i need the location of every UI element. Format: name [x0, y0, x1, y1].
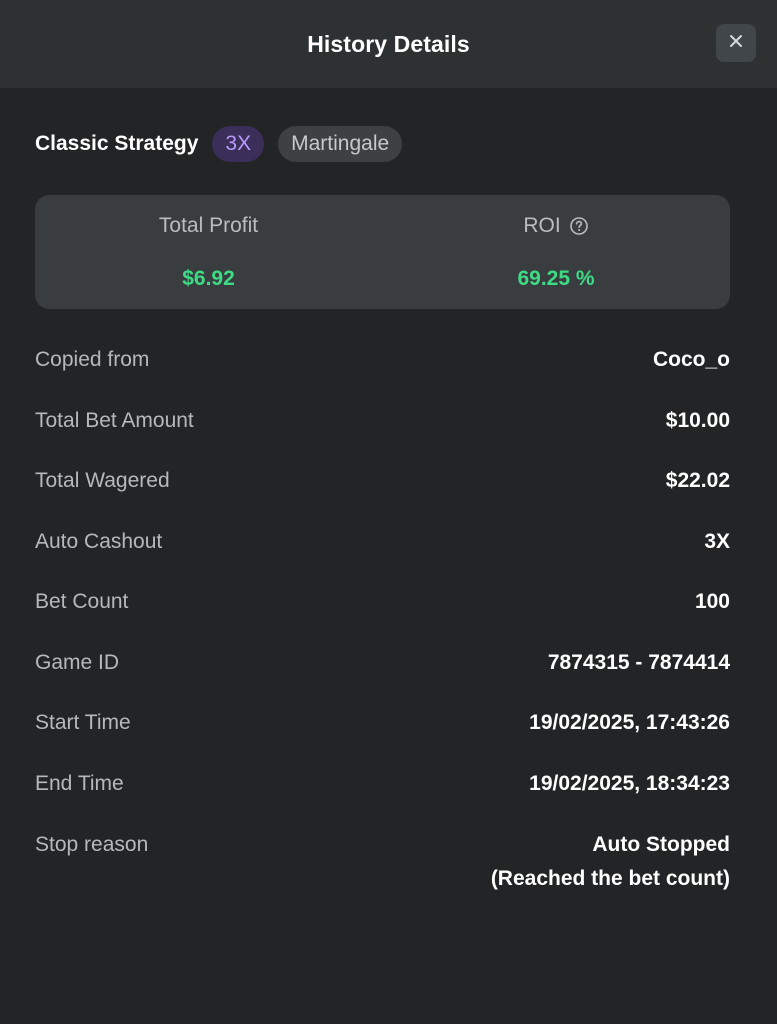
- detail-value: 100: [694, 590, 730, 613]
- detail-row-game-id: Game ID 7874315 - 7874414: [35, 651, 730, 679]
- total-profit-label: Total Profit: [158, 214, 259, 237]
- detail-subvalue: (Reached the bet count): [490, 867, 730, 890]
- detail-label: End Time: [35, 772, 124, 795]
- detail-value: 3X: [704, 530, 730, 553]
- detail-row-total-wagered: Total Wagered $22.02: [35, 469, 730, 497]
- roi-label-row: ROI: [382, 214, 730, 238]
- detail-row-bet-count: Bet Count 100: [35, 590, 730, 618]
- question-circle-icon[interactable]: [569, 216, 589, 236]
- detail-label: Total Wagered: [35, 469, 170, 492]
- total-profit-value: $6.92: [182, 267, 235, 290]
- roi-label: ROI: [523, 214, 561, 237]
- multiplier-badge: 3X: [212, 126, 265, 162]
- detail-value: $22.02: [665, 469, 730, 492]
- strategy-name: Classic Strategy: [35, 132, 199, 155]
- detail-value: $10.00: [665, 409, 730, 432]
- detail-row-auto-cashout: Auto Cashout 3X: [35, 530, 730, 558]
- detail-label: Start Time: [35, 711, 131, 734]
- detail-row-copied-from: Copied from Coco_o: [35, 348, 730, 376]
- total-profit-stat: Total Profit $6.92: [35, 195, 382, 309]
- detail-label: Total Bet Amount: [35, 409, 194, 432]
- detail-value: Coco_o: [652, 348, 730, 371]
- detail-label: Copied from: [35, 348, 150, 371]
- mode-badge: Martingale: [278, 126, 403, 162]
- detail-row-end-time: End Time 19/02/2025, 18:34:23: [35, 772, 730, 800]
- detail-label: Stop reason: [35, 833, 149, 856]
- detail-row-stop-reason: Stop reason Auto Stopped (Reached the be…: [35, 833, 730, 895]
- modal-header: History Details: [0, 0, 777, 88]
- close-icon: [729, 34, 743, 53]
- detail-value: Auto Stopped: [592, 833, 730, 856]
- close-button[interactable]: [716, 24, 756, 62]
- detail-row-start-time: Start Time 19/02/2025, 17:43:26: [35, 711, 730, 739]
- stats-card: Total Profit $6.92 ROI 69.25 %: [35, 195, 730, 309]
- detail-label: Bet Count: [35, 590, 129, 613]
- strategy-header: Classic Strategy 3X Martingale: [35, 126, 416, 162]
- detail-row-total-bet-amount: Total Bet Amount $10.00: [35, 409, 730, 437]
- roi-stat: ROI 69.25 %: [382, 195, 730, 309]
- history-details-modal: History Details Classic Strategy 3X Mart…: [0, 0, 777, 1024]
- roi-value: 69.25 %: [517, 267, 595, 290]
- detail-value: 19/02/2025, 17:43:26: [529, 711, 730, 734]
- detail-label: Game ID: [35, 651, 120, 674]
- detail-value: 19/02/2025, 18:34:23: [529, 772, 730, 795]
- detail-label: Auto Cashout: [35, 530, 163, 553]
- detail-value: 7874315 - 7874414: [547, 651, 730, 674]
- modal-title: History Details: [307, 30, 470, 57]
